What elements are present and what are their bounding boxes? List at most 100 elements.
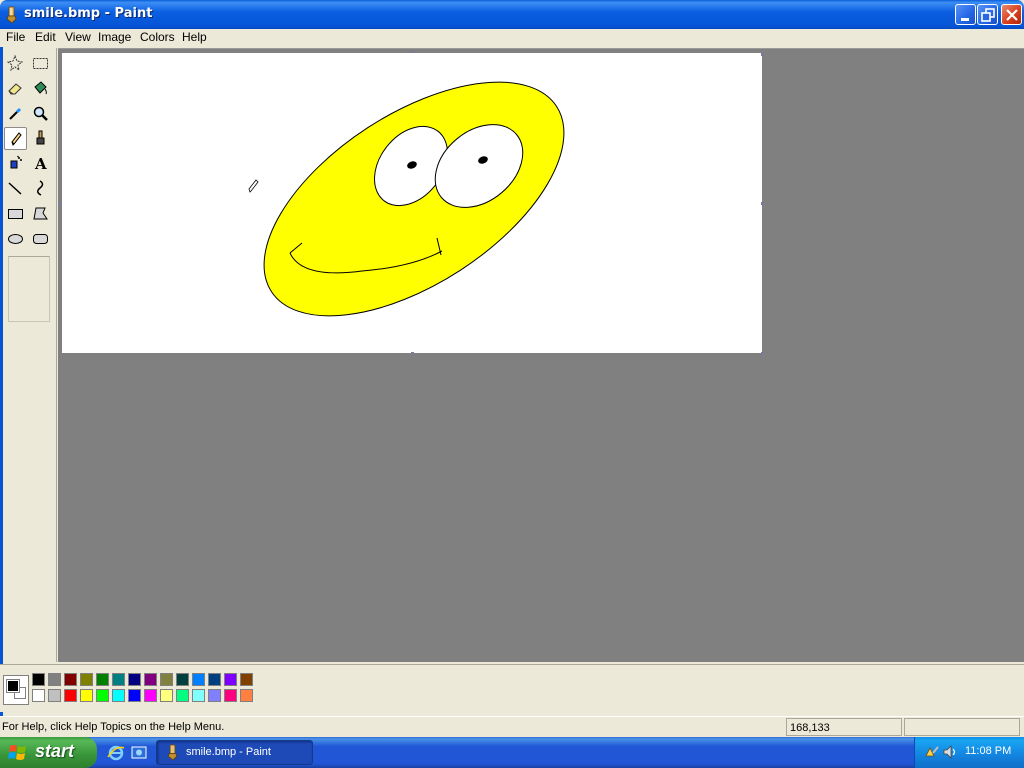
- text-icon: A: [34, 155, 47, 172]
- palette-swatch[interactable]: [192, 673, 205, 686]
- tool-line[interactable]: [4, 177, 27, 200]
- palette-swatch[interactable]: [112, 689, 125, 702]
- tool-polygon[interactable]: [29, 202, 52, 225]
- minimize-button[interactable]: [955, 4, 976, 25]
- palette-swatch[interactable]: [208, 689, 221, 702]
- start-button[interactable]: start: [0, 737, 97, 768]
- palette-swatch[interactable]: [128, 673, 141, 686]
- palette-swatch[interactable]: [176, 673, 189, 686]
- palette-swatch[interactable]: [160, 673, 173, 686]
- window-title: smile.bmp - Paint: [24, 6, 153, 21]
- palette-swatch[interactable]: [224, 673, 237, 686]
- svg-text:A: A: [34, 155, 47, 172]
- palette-swatch[interactable]: [48, 673, 61, 686]
- rectangle-icon: [8, 209, 23, 219]
- pencil-icon: [11, 132, 22, 146]
- magnifier-icon: [33, 106, 48, 121]
- close-button[interactable]: [1001, 4, 1022, 25]
- menu-help[interactable]: Help: [176, 30, 213, 46]
- palette-swatch[interactable]: [32, 689, 45, 702]
- palette-swatch[interactable]: [176, 689, 189, 702]
- show-desktop-icon[interactable]: [130, 744, 148, 762]
- palette-swatch[interactable]: [96, 689, 109, 702]
- palette-swatch[interactable]: [192, 689, 205, 702]
- palette-swatch[interactable]: [128, 689, 141, 702]
- title-bar[interactable]: smile.bmp - Paint: [0, 0, 1024, 30]
- tool-ellipse[interactable]: [4, 227, 27, 250]
- tool-pencil[interactable]: [4, 127, 27, 150]
- palette-swatch[interactable]: [144, 689, 157, 702]
- foreground-color-swatch: [6, 679, 20, 693]
- restore-button[interactable]: [977, 4, 998, 25]
- eraser-icon: [8, 83, 22, 95]
- menu-file[interactable]: File: [0, 30, 31, 46]
- status-bar: For Help, click Help Topics on the Help …: [0, 716, 1024, 737]
- menu-bar: File Edit View Image Colors Help: [0, 29, 1024, 47]
- palette-swatch[interactable]: [240, 673, 253, 686]
- resize-handle-corner[interactable]: [761, 352, 764, 355]
- start-label: start: [35, 741, 75, 761]
- restore-icon: [981, 8, 995, 22]
- tool-rounded-rectangle[interactable]: [29, 227, 52, 250]
- pick-color-icon: [9, 107, 22, 120]
- palette-swatch[interactable]: [64, 689, 77, 702]
- paint-app-icon: [6, 6, 17, 24]
- windows-logo-icon: [8, 745, 26, 760]
- tool-fill-with-color[interactable]: [29, 77, 52, 100]
- tool-curve[interactable]: [29, 177, 52, 200]
- tool-airbrush[interactable]: [4, 152, 27, 175]
- palette-swatch[interactable]: [160, 689, 173, 702]
- tool-free-form-select[interactable]: [4, 52, 27, 75]
- airbrush-icon: [10, 155, 22, 169]
- tool-magnifier[interactable]: [29, 102, 52, 125]
- curve-icon: [37, 180, 44, 196]
- resize-handle-bottom[interactable]: [411, 352, 414, 355]
- tool-select[interactable]: [29, 52, 52, 75]
- tool-eraser[interactable]: [4, 77, 27, 100]
- volume-icon[interactable]: [942, 744, 958, 760]
- palette-swatch[interactable]: [144, 673, 157, 686]
- palette-swatch[interactable]: [80, 673, 93, 686]
- taskbar-clock: 11:08 PM: [965, 745, 1012, 757]
- taskbar-paint-button[interactable]: smile.bmp - Paint: [156, 740, 313, 765]
- palette-swatch[interactable]: [240, 689, 253, 702]
- palette-swatch[interactable]: [224, 689, 237, 702]
- system-tray: 11:08 PM: [914, 737, 1024, 768]
- menu-colors[interactable]: Colors: [134, 30, 181, 46]
- resize-handle: [59, 202, 62, 205]
- menu-edit[interactable]: Edit: [29, 30, 62, 46]
- tool-pick-color[interactable]: [4, 102, 27, 125]
- image-canvas[interactable]: [62, 53, 762, 353]
- pencil-cursor-icon: [248, 179, 259, 193]
- minimize-icon: [961, 18, 969, 21]
- palette-swatch[interactable]: [48, 689, 61, 702]
- palette-swatch[interactable]: [96, 673, 109, 686]
- palette-swatch[interactable]: [112, 673, 125, 686]
- palette-swatch[interactable]: [80, 689, 93, 702]
- status-help-text: For Help, click Help Topics on the Help …: [2, 721, 225, 733]
- resize-handle-right[interactable]: [761, 202, 764, 205]
- network-icon[interactable]: [924, 744, 940, 760]
- palette-swatch[interactable]: [32, 673, 45, 686]
- tool-brush[interactable]: [29, 127, 52, 150]
- internet-explorer-icon[interactable]: [107, 744, 125, 762]
- status-size-panel: [904, 718, 1020, 736]
- toolbox: A: [3, 48, 57, 662]
- resize-handle: [761, 53, 764, 56]
- palette-swatch[interactable]: [208, 673, 221, 686]
- drawing-workspace[interactable]: [58, 48, 1024, 662]
- fill-with-color-icon: [34, 81, 47, 95]
- free-form-select-icon: [7, 55, 24, 72]
- menu-image[interactable]: Image: [92, 30, 137, 46]
- tool-text[interactable]: A: [29, 152, 52, 175]
- line-icon: [8, 182, 22, 195]
- tool-rectangle[interactable]: [4, 202, 27, 225]
- palette-swatch[interactable]: [64, 673, 77, 686]
- rounded-rectangle-icon: [33, 234, 48, 244]
- brush-icon: [36, 130, 45, 145]
- tool-options-box[interactable]: [8, 256, 50, 322]
- smiley-drawing: [263, 81, 565, 317]
- resize-handle: [411, 50, 414, 53]
- taskbar: start smile.bmp - Paint 11:08 PM: [0, 737, 1024, 768]
- select-icon: [33, 58, 48, 69]
